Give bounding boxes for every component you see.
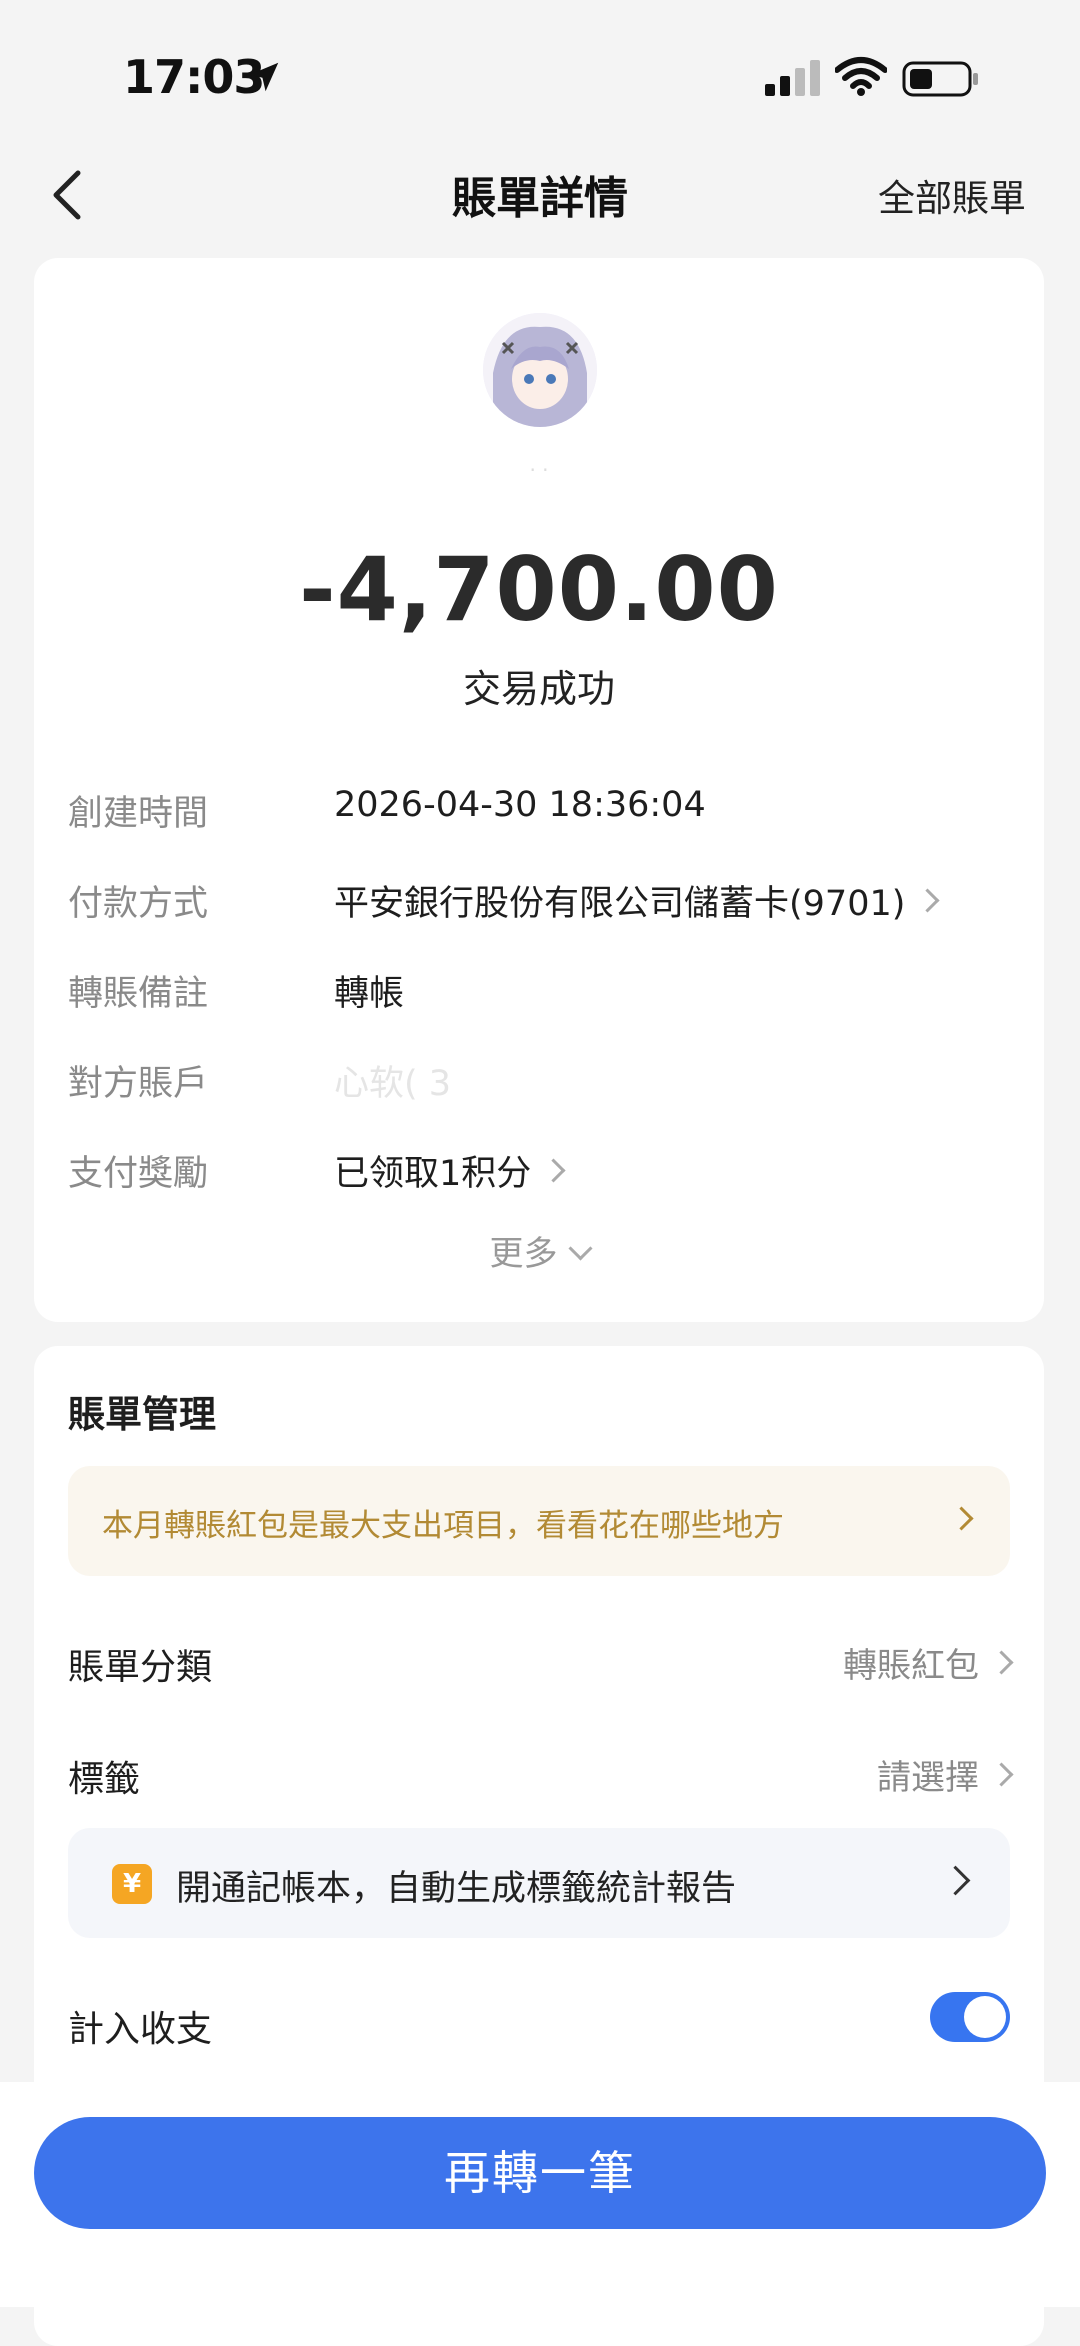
promo-text: 開通記帳本，自動生成標籤統計報告 — [176, 1869, 737, 1909]
transaction-status: 交易成功 — [462, 667, 615, 711]
detail-row-payment-method[interactable]: 付款方式 平安銀行股份有限公司儲蓄卡(9701) — [68, 875, 1028, 935]
include-in-stats-toggle[interactable] — [930, 1992, 1010, 2042]
detail-row-reward[interactable]: 支付獎勵 已领取1积分 — [68, 1145, 1028, 1205]
chevron-right-icon — [989, 1650, 1014, 1675]
status-bar: 17:03 — [0, 0, 1080, 150]
detail-row-remark: 轉賬備註 轉帳 — [68, 965, 1028, 1025]
payee-name: · · — [529, 458, 549, 482]
detail-value: 2026-04-30 18:36:04 — [334, 785, 706, 825]
chevron-right-icon — [915, 888, 940, 913]
section-title: 賬單管理 — [68, 1393, 216, 1436]
toggle-knob — [964, 1996, 1006, 2038]
detail-label: 對方賬戶 — [68, 1064, 209, 1104]
bill-category-row[interactable]: 賬單分類 轉賬紅包 — [68, 1638, 1014, 1698]
detail-row-created-time: 創建時間 2026-04-30 18:36:04 — [68, 785, 1028, 845]
chevron-right-icon — [541, 1158, 566, 1183]
detail-label: 創建時間 — [68, 794, 209, 834]
chevron-down-icon — [567, 1236, 593, 1261]
payee-avatar[interactable] — [483, 313, 597, 427]
more-toggle[interactable]: 更多 — [34, 1226, 1044, 1275]
chevron-right-icon — [989, 1762, 1014, 1787]
detail-label: 付款方式 — [68, 884, 209, 924]
category-label: 賬單分類 — [68, 1647, 213, 1688]
include-in-stats-row: 計入收支 — [68, 1992, 1010, 2060]
status-time: 17:03 — [123, 50, 265, 104]
detail-label: 轉賬備註 — [68, 974, 209, 1014]
tag-value: 請選擇 — [877, 1758, 979, 1798]
detail-row-counterparty: 對方賬戶 心软( 3 — [68, 1055, 1028, 1115]
transaction-amount: -4,700.00 — [299, 538, 779, 641]
spending-insight-banner[interactable]: 本月轉賬紅包是最大支出項目，看看花在哪些地方 — [68, 1466, 1010, 1576]
bottom-action-bar: 再轉一筆 — [0, 2082, 1080, 2307]
battery-icon — [902, 61, 978, 97]
all-bills-link[interactable]: 全部賬單 — [878, 168, 1026, 222]
chevron-right-icon — [940, 1865, 971, 1896]
include-label: 計入收支 — [68, 2009, 213, 2050]
wifi-icon — [835, 57, 887, 96]
detail-value: 轉帳 — [334, 974, 405, 1014]
ledger-promo-banner[interactable]: ¥ 開通記帳本，自動生成標籤統計報告 — [68, 1828, 1010, 1938]
detail-value: 心软( 3 — [334, 1064, 452, 1104]
yuan-ticket-icon: ¥ — [112, 1864, 152, 1904]
chevron-right-icon — [949, 1506, 974, 1531]
transaction-card: · · -4,700.00 交易成功 創建時間 2026-04-30 18:36… — [34, 258, 1044, 1322]
more-label: 更多 — [489, 1234, 558, 1274]
tag-label: 標籤 — [68, 1759, 141, 1800]
tag-row[interactable]: 標籤 請選擇 — [68, 1750, 1014, 1810]
detail-value: 平安銀行股份有限公司儲蓄卡(9701) — [334, 884, 906, 924]
category-value: 轉賬紅包 — [843, 1646, 979, 1686]
cellular-signal-icon — [765, 60, 820, 96]
detail-value: 已领取1积分 — [334, 1154, 532, 1194]
location-arrow-icon — [249, 62, 279, 92]
detail-label: 支付獎勵 — [68, 1154, 209, 1194]
banner-text: 本月轉賬紅包是最大支出項目，看看花在哪些地方 — [102, 1508, 784, 1544]
transfer-again-button[interactable]: 再轉一筆 — [34, 2117, 1046, 2229]
